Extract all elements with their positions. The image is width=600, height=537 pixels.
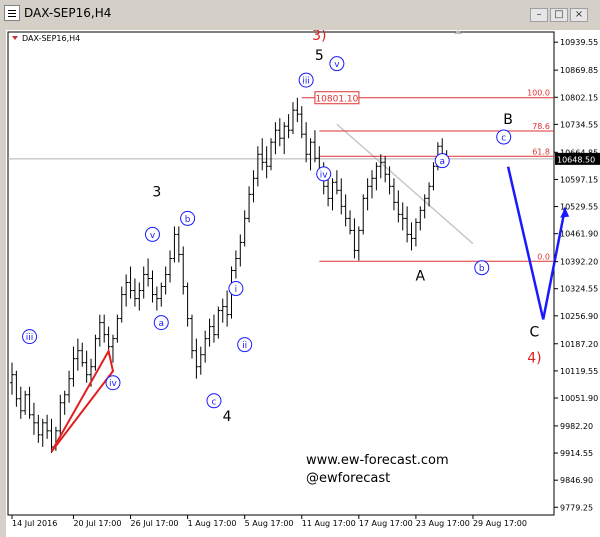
fib-level-label: 78.6: [532, 122, 550, 131]
fib-level-label: 61.8: [532, 147, 550, 156]
y-axis-tick-label: 10187.20: [560, 340, 598, 349]
wave-circle-label: v: [150, 231, 156, 241]
x-axis-tick-label: 26 Jul 17:00: [131, 519, 179, 528]
wave-circle-label: i: [235, 285, 238, 295]
wave-label: 4: [223, 409, 232, 425]
wave-label: 5: [315, 48, 324, 64]
y-axis-tick-label: 10869.85: [560, 66, 598, 75]
x-axis-tick-label: 11 Aug 17:00: [302, 519, 356, 528]
y-axis-tick-label: 10802.15: [560, 93, 598, 102]
wave-circle-label: v: [334, 60, 340, 70]
wave-label: 3): [312, 30, 326, 44]
wave-circle-label: iv: [320, 170, 329, 180]
wave-label: A: [416, 269, 426, 285]
y-axis-tick-label: 9846.90: [560, 476, 593, 485]
y-axis-tick-label: 9914.55: [560, 449, 593, 458]
window-title: DAX-SEP16,H4: [24, 6, 112, 20]
wave-label: 4): [527, 351, 541, 367]
wave-circle-label: ii: [242, 341, 247, 351]
y-axis-tick-label: 10734.55: [560, 120, 598, 129]
y-axis-tick-label: 9982.20: [560, 422, 593, 431]
wave-circle-label: b: [185, 215, 191, 225]
x-axis-tick-label: 14 Jul 2016: [12, 519, 57, 528]
y-axis-tick-label: 10597.15: [560, 175, 598, 184]
current-price-label: 10648.50: [557, 155, 595, 164]
wave-circle-label: a: [439, 157, 445, 167]
wave-circle-label: b: [479, 264, 485, 274]
watermark-url: www.ew-forecast.com: [306, 453, 449, 468]
x-axis-tick-label: 20 Jul 17:00: [73, 519, 121, 528]
y-axis-tick-label: 10119.55: [560, 367, 598, 376]
y-axis-tick-label: 10324.55: [560, 285, 598, 294]
fib-level-label: 100.0: [527, 89, 550, 98]
x-axis-tick-label: 17 Aug 17:00: [359, 519, 413, 528]
x-axis-tick-label: 29 Aug 17:00: [473, 519, 527, 528]
wave-label: C: [530, 325, 540, 341]
wave-circle-label: c: [211, 397, 216, 407]
watermark-handle: @ewforecast: [306, 471, 391, 486]
chart-area[interactable]: 100.0 78.6 61.8 0.0 10801.10 iii iv v b a i ii c iii v…: [6, 30, 600, 537]
plot-frame: [7, 31, 555, 516]
price-chart[interactable]: 100.078.661.80.010801.10iiiivvbaiiiciiiv…: [6, 30, 600, 537]
y-axis-tick-label: 9779.25: [560, 503, 593, 512]
chart-window-icon: [4, 5, 20, 21]
maximize-button[interactable]: □: [550, 8, 568, 22]
wave-circle-label: c: [501, 134, 506, 144]
wave-circle-label: iv: [109, 379, 118, 389]
y-axis-tick-label: 10256.90: [560, 312, 598, 321]
wave-circle-label: a: [159, 319, 165, 329]
x-axis-tick-label: 1 Aug 17:00: [188, 519, 237, 528]
price-box-label: 10801.10: [315, 95, 358, 105]
y-axis-tick-label: 10461.90: [560, 230, 598, 239]
x-axis-tick-label: 23 Aug 17:00: [416, 519, 470, 528]
y-axis-tick-label: 10529.55: [560, 203, 598, 212]
y-axis-tick-label: 10392.20: [560, 258, 598, 267]
y-axis-tick-label: 10051.90: [560, 394, 598, 403]
y-axis-tick-label: 10939.55: [560, 38, 598, 47]
title-bar: DAX-SEP16,H4 – □ ×: [0, 0, 600, 30]
close-button[interactable]: ×: [570, 8, 588, 22]
wave-label: B: [503, 112, 513, 128]
wave-label: 3: [152, 184, 161, 200]
chart-symbol-label: DAX-SEP16,H4: [22, 34, 80, 43]
chart-window: DAX-SEP16,H4 – □ × 100.0 78.6 61.8 0.0 10801…: [0, 0, 600, 537]
wave-circle-label: iii: [26, 333, 34, 343]
minimize-button[interactable]: –: [530, 8, 548, 22]
wave-circle-label: iii: [302, 77, 310, 87]
x-axis-tick-label: 5 Aug 17:00: [245, 519, 294, 528]
fib-level-label: 0.0: [537, 252, 550, 261]
